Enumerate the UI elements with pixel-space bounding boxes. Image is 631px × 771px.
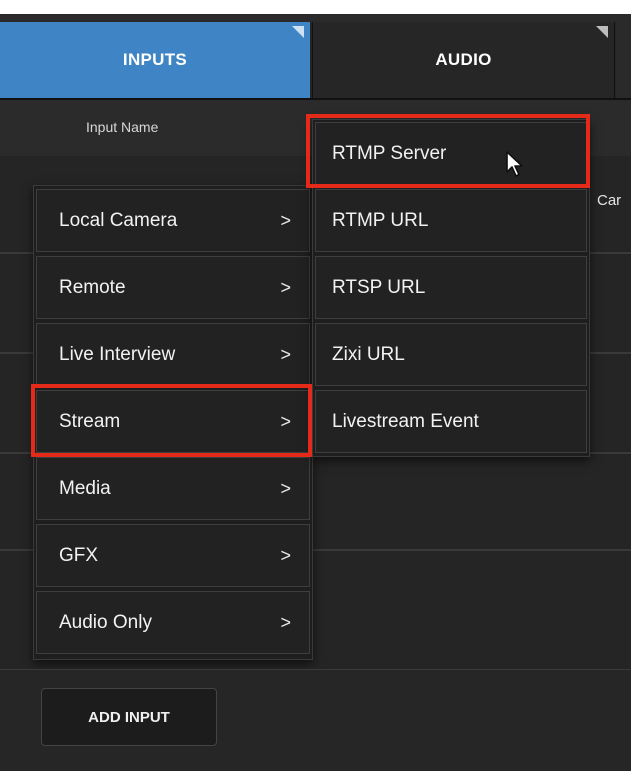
menu-item-live-interview[interactable]: Live Interview > — [36, 323, 310, 386]
chevron-right-icon: > — [280, 411, 291, 431]
tab-inputs-label: INPUTS — [122, 50, 188, 69]
submenu-item-rtmp-url[interactable]: RTMP URL — [315, 189, 587, 252]
chevron-right-icon: > — [280, 210, 291, 230]
menu-item-label: GFX — [59, 544, 99, 566]
add-input-label: ADD INPUT — [88, 708, 170, 726]
menu-item-media[interactable]: Media > — [36, 457, 310, 520]
tab-audio-label: AUDIO — [435, 50, 492, 69]
tab-next-partial[interactable] — [616, 22, 631, 98]
chevron-right-icon: > — [280, 277, 291, 297]
menu-item-audio-only[interactable]: Audio Only > — [36, 591, 310, 654]
tab-inputs[interactable]: INPUTS — [0, 22, 310, 98]
submenu-item-label: RTMP URL — [332, 209, 429, 231]
add-input-menu: Local Camera > Remote > Live Interview >… — [33, 185, 313, 660]
submenu-item-label: RTMP Server — [332, 142, 447, 164]
submenu-item-label: Livestream Event — [332, 410, 479, 432]
mouse-pointer-icon — [506, 151, 523, 177]
top-margin — [0, 0, 631, 14]
tab-corner-icon — [292, 26, 304, 38]
submenu-item-label: RTSP URL — [332, 276, 426, 298]
tab-audio[interactable]: AUDIO — [312, 22, 615, 98]
menu-item-stream[interactable]: Stream > — [36, 390, 310, 453]
submenu-item-label: Zixi URL — [332, 343, 405, 365]
menu-item-label: Media — [59, 477, 111, 499]
chevron-right-icon: > — [280, 478, 291, 498]
menu-item-gfx[interactable]: GFX > — [36, 524, 310, 587]
top-edge — [0, 14, 631, 22]
menu-item-label: Remote — [59, 276, 126, 298]
submenu-item-livestream-event[interactable]: Livestream Event — [315, 390, 587, 453]
add-input-button[interactable]: ADD INPUT — [41, 688, 217, 746]
submenu-item-zixi-url[interactable]: Zixi URL — [315, 323, 587, 386]
tab-corner-icon — [596, 26, 608, 38]
menu-item-label: Local Camera — [59, 209, 178, 231]
submenu-item-rtmp-server[interactable]: RTMP Server — [315, 122, 587, 185]
column-header-input-name: Input Name — [86, 119, 159, 135]
menu-item-local-camera[interactable]: Local Camera > — [36, 189, 310, 252]
menu-item-remote[interactable]: Remote > — [36, 256, 310, 319]
chevron-right-icon: > — [280, 545, 291, 565]
stream-submenu: RTMP Server RTMP URL RTSP URL Zixi URL L… — [312, 119, 590, 457]
menu-item-label: Stream — [59, 410, 121, 432]
chevron-right-icon: > — [280, 344, 291, 364]
column-header-partial: Car — [597, 192, 622, 209]
chevron-right-icon: > — [280, 612, 291, 632]
menu-item-label: Live Interview — [59, 343, 176, 365]
app-window: INPUTS AUDIO Input Name Car Local Camera… — [0, 0, 631, 771]
menu-item-label: Audio Only — [59, 611, 152, 633]
submenu-item-rtsp-url[interactable]: RTSP URL — [315, 256, 587, 319]
